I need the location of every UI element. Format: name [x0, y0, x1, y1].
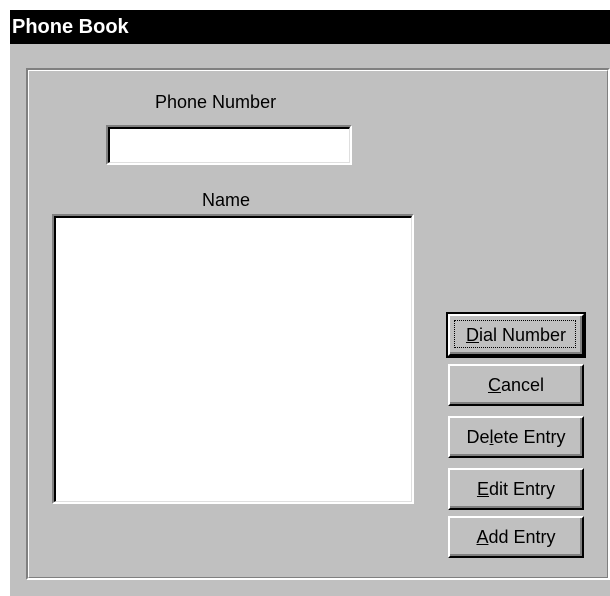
edit-entry-button[interactable]: Edit Entry — [448, 468, 584, 510]
delete-entry-button[interactable]: Delete Entry — [448, 416, 584, 458]
window-title: Phone Book — [10, 10, 610, 44]
dial-number-button[interactable]: Dial Number — [446, 312, 586, 358]
phone-number-label: Phone Number — [155, 92, 277, 112]
phone-number-input[interactable] — [110, 129, 348, 161]
add-entry-button[interactable]: Add Entry — [448, 516, 584, 558]
cancel-button[interactable]: Cancel — [448, 364, 584, 406]
phone-number-field[interactable] — [106, 125, 352, 165]
phone-book-window: Phone Book Phone Number Name Dial Number… — [8, 8, 610, 596]
name-label: Name — [202, 190, 251, 210]
name-list[interactable] — [52, 214, 414, 504]
